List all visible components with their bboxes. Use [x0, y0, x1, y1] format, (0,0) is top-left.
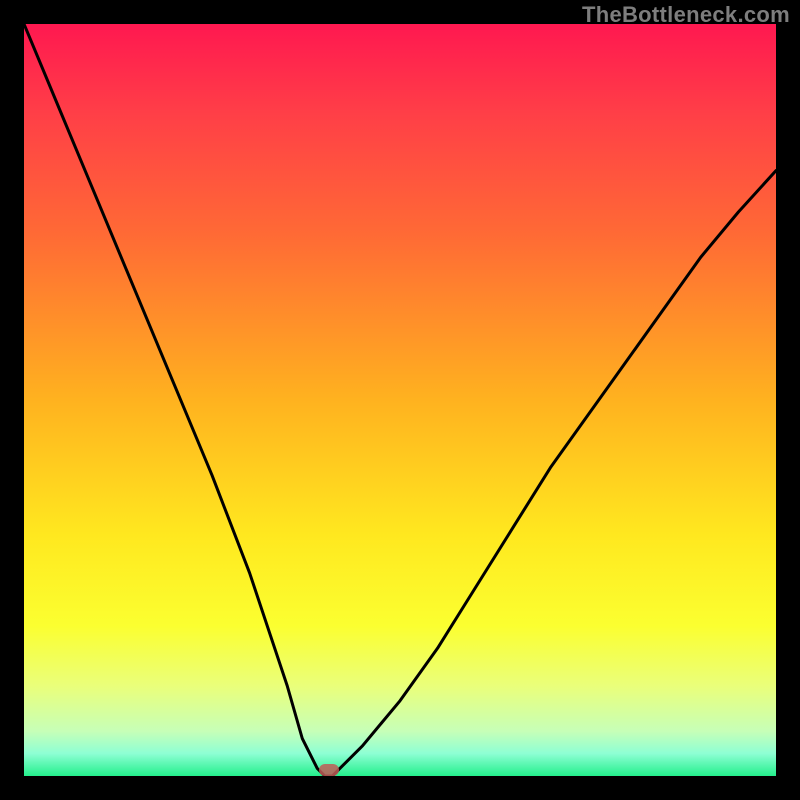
- bottleneck-curve-svg: [24, 24, 776, 776]
- optimal-marker: [319, 764, 339, 776]
- chart-area: [24, 24, 776, 776]
- watermark-text: TheBottleneck.com: [582, 2, 790, 28]
- bottleneck-curve-path: [24, 24, 776, 776]
